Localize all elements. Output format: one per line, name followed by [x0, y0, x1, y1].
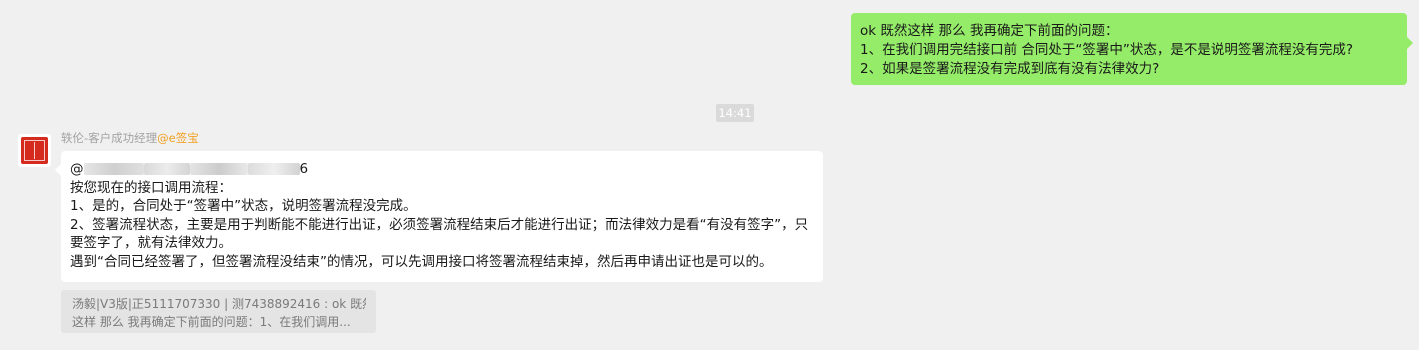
- redacted-mention: [143, 163, 190, 175]
- outgoing-message-line: 2、如果是签署流程没有完成到底有没有法律效力?: [860, 61, 1160, 77]
- message-timestamp: 14:41: [716, 104, 754, 122]
- outgoing-message-bubble[interactable]: ok 既然这样 那么 我再确定下前面的问题： 1、在我们调用完结接口前 合同处于…: [851, 13, 1413, 85]
- sender-org-tag: @e签宝: [157, 131, 199, 145]
- sender-display-name: 轶伦-客户成功经理: [61, 131, 158, 145]
- redacted-mention: [83, 163, 144, 175]
- incoming-message-line: 按您现在的接口调用流程：: [70, 179, 232, 196]
- quoted-message[interactable]: 汤毅|V3版|正5111707330 | 测7438892416 : ok 既然…: [61, 290, 376, 333]
- esign-seal-logo-icon: [21, 137, 48, 164]
- avatar[interactable]: [18, 134, 51, 167]
- sender-name: 轶伦-客户成功经理@e签宝: [61, 130, 199, 146]
- quoted-message-line: 汤毅|V3版|正5111707330 | 测7438892416 : ok 既然: [72, 297, 366, 311]
- outgoing-message-line: ok 既然这样 那么 我再确定下前面的问题：: [860, 23, 1119, 39]
- bubble-tail: [1407, 37, 1413, 49]
- incoming-message-line: 2、签署流程状态，主要是用于判断能不能进行出证，必须签署流程结束后才能进行出证；…: [70, 216, 809, 252]
- outgoing-message-line: 1、在我们调用完结接口前 合同处于“签署中”状态，是不是说明签署流程没有完成?: [860, 42, 1354, 58]
- incoming-message-bubble[interactable]: @6 按您现在的接口调用流程： 1、是的，合同处于“签署中”状态，说明签署流程没…: [55, 151, 823, 282]
- mention-line: @6: [70, 160, 814, 179]
- mention-suffix: 6: [299, 161, 309, 177]
- incoming-message-line: 遇到“合同已经签署了，但签署流程没结束”的情况，可以先调用接口将签署流程结束掉，…: [70, 253, 773, 270]
- redacted-mention: [247, 163, 300, 175]
- mention-at-symbol: @: [70, 161, 84, 177]
- quoted-message-line: 这样 那么 我再确定下前面的问题：1、在我们调用...: [72, 315, 351, 329]
- incoming-message-line: 1、是的，合同处于“签署中”状态，说明签署流程没完成。: [70, 198, 417, 214]
- bubble-tail: [55, 164, 61, 176]
- redacted-mention: [189, 163, 248, 175]
